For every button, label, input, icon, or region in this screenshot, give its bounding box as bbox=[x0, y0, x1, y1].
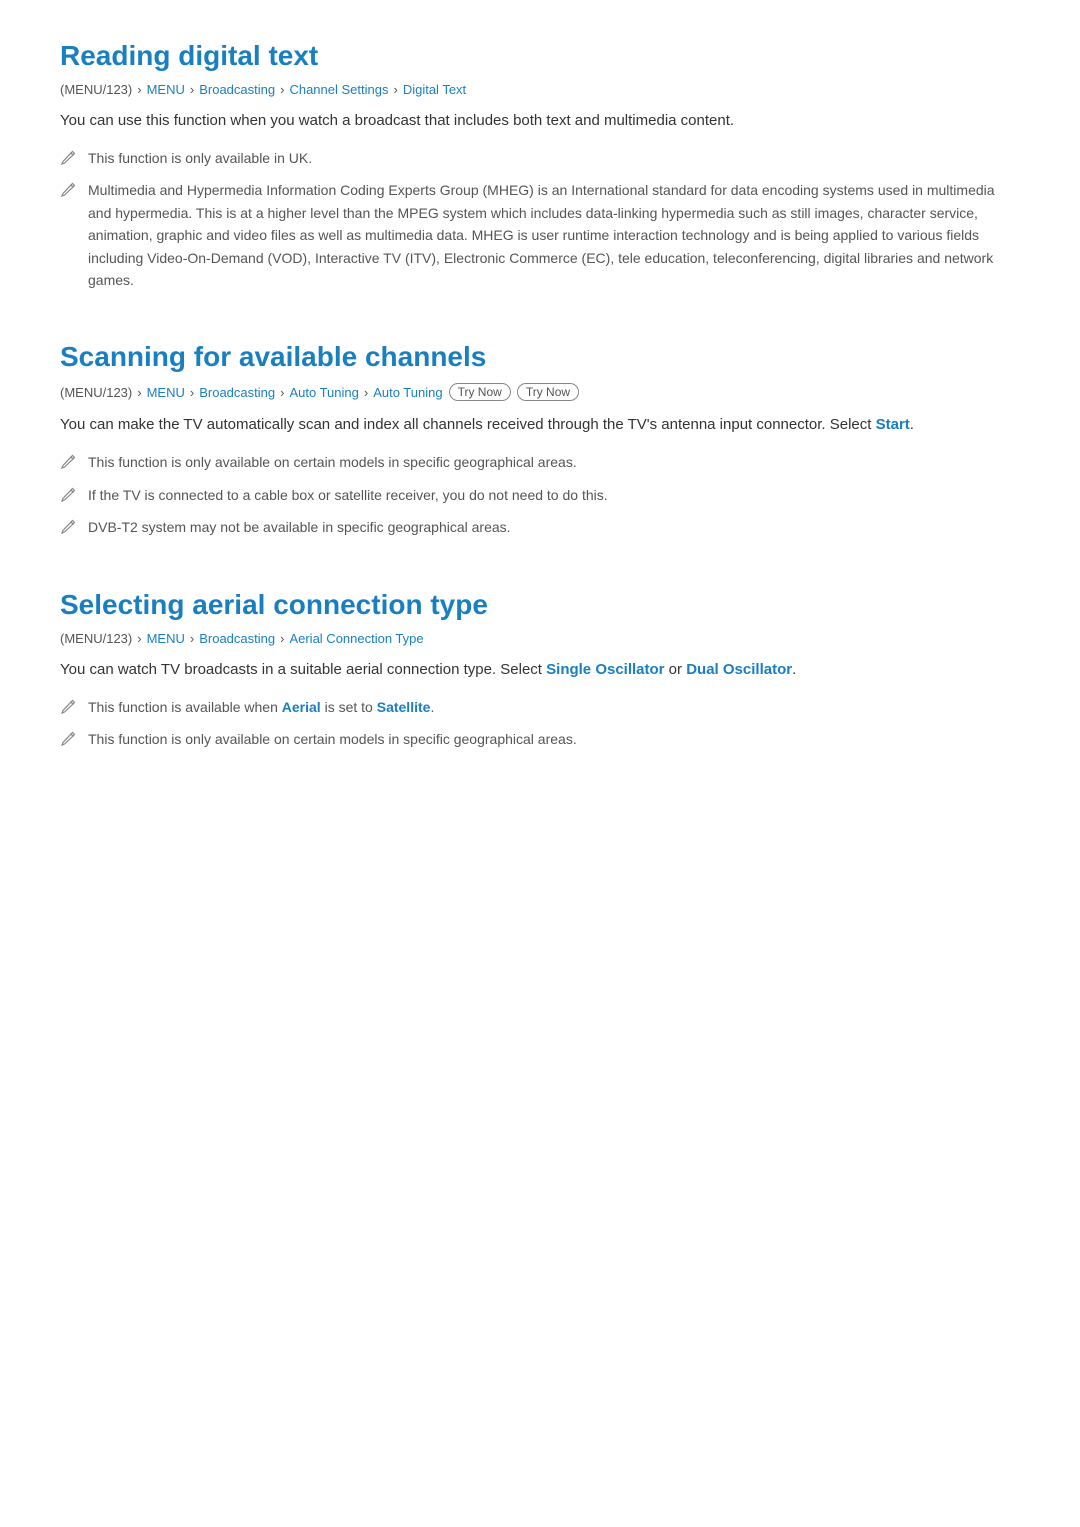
pencil-icon bbox=[60, 452, 78, 472]
breadcrumb-aerial-connection[interactable]: Aerial Connection Type bbox=[289, 631, 423, 646]
note-item: This function is only available on certa… bbox=[60, 728, 1020, 750]
scanning-notes: This function is only available on certa… bbox=[60, 451, 1020, 538]
pencil-icon bbox=[60, 517, 78, 537]
reading-intro: You can use this function when you watch… bbox=[60, 109, 1020, 133]
breadcrumb-sep1: › bbox=[137, 82, 141, 97]
note-item: This function is only available in UK. bbox=[60, 147, 1020, 169]
section-title-aerial: Selecting aerial connection type bbox=[60, 589, 1020, 621]
breadcrumb-scanning: (MENU/123) › MENU › Broadcasting › Auto … bbox=[60, 383, 1020, 401]
breadcrumb-menu[interactable]: MENU bbox=[147, 82, 185, 97]
note-item: Multimedia and Hypermedia Information Co… bbox=[60, 179, 1020, 291]
dual-oscillator-link[interactable]: Dual Oscillator bbox=[686, 661, 792, 678]
breadcrumb-sep2: › bbox=[190, 82, 194, 97]
pencil-icon bbox=[60, 148, 78, 168]
scanning-intro-period: . bbox=[910, 416, 914, 433]
breadcrumb-channel-settings[interactable]: Channel Settings bbox=[289, 82, 388, 97]
start-link[interactable]: Start bbox=[876, 416, 910, 433]
section-scanning: Scanning for available channels (MENU/12… bbox=[60, 341, 1020, 538]
scanning-intro: You can make the TV automatically scan a… bbox=[60, 413, 1020, 437]
try-now-badge-1[interactable]: Try Now bbox=[449, 383, 511, 401]
breadcrumb-menu123-aerial: (MENU/123) bbox=[60, 631, 132, 646]
aerial-intro-period: . bbox=[792, 661, 796, 678]
breadcrumb-sep4: › bbox=[393, 82, 397, 97]
section-title-reading: Reading digital text bbox=[60, 40, 1020, 72]
section-aerial: Selecting aerial connection type (MENU/1… bbox=[60, 589, 1020, 751]
note-text-uk: This function is only available in UK. bbox=[88, 147, 312, 169]
section-reading-digital-text: Reading digital text (MENU/123) › MENU ›… bbox=[60, 40, 1020, 291]
aerial-intro-text1: You can watch TV broadcasts in a suitabl… bbox=[60, 661, 546, 678]
note-text-dvbt2: DVB-T2 system may not be available in sp… bbox=[88, 516, 511, 538]
satellite-link[interactable]: Satellite bbox=[377, 699, 431, 715]
breadcrumb-menu-scan[interactable]: MENU bbox=[147, 385, 185, 400]
note-text-geo: This function is only available on certa… bbox=[88, 451, 577, 473]
breadcrumb-menu123-scan: (MENU/123) bbox=[60, 385, 132, 400]
aerial-link[interactable]: Aerial bbox=[282, 699, 321, 715]
note-text-aerial-geo: This function is only available on certa… bbox=[88, 728, 577, 750]
breadcrumb-auto-tuning[interactable]: Auto Tuning bbox=[289, 385, 358, 400]
breadcrumb-sep3: › bbox=[280, 82, 284, 97]
breadcrumb-sep3: › bbox=[280, 385, 284, 400]
pencil-icon bbox=[60, 697, 78, 717]
breadcrumb-digital-text[interactable]: Digital Text bbox=[403, 82, 466, 97]
breadcrumb-broadcasting[interactable]: Broadcasting bbox=[199, 82, 275, 97]
reading-notes: This function is only available in UK. M… bbox=[60, 147, 1020, 291]
section-title-scanning: Scanning for available channels bbox=[60, 341, 1020, 373]
breadcrumb-sep2: › bbox=[190, 631, 194, 646]
breadcrumb-aerial: (MENU/123) › MENU › Broadcasting › Aeria… bbox=[60, 631, 1020, 646]
note-item: If the TV is connected to a cable box or… bbox=[60, 484, 1020, 506]
breadcrumb-broadcasting-scan[interactable]: Broadcasting bbox=[199, 385, 275, 400]
breadcrumb-sep4: › bbox=[364, 385, 368, 400]
breadcrumb-auto-tuning2[interactable]: Auto Tuning bbox=[373, 385, 442, 400]
breadcrumb-sep1: › bbox=[137, 631, 141, 646]
breadcrumb-reading: (MENU/123) › MENU › Broadcasting › Chann… bbox=[60, 82, 1020, 97]
breadcrumb-sep3: › bbox=[280, 631, 284, 646]
pencil-icon bbox=[60, 485, 78, 505]
breadcrumb-menu123: (MENU/123) bbox=[60, 82, 132, 97]
note-item: This function is available when Aerial i… bbox=[60, 696, 1020, 718]
breadcrumb-sep2: › bbox=[190, 385, 194, 400]
try-now-badge-2[interactable]: Try Now bbox=[517, 383, 579, 401]
note-text-cable: If the TV is connected to a cable box or… bbox=[88, 484, 608, 506]
single-oscillator-link[interactable]: Single Oscillator bbox=[546, 661, 664, 678]
aerial-intro: You can watch TV broadcasts in a suitabl… bbox=[60, 658, 1020, 682]
note-item: DVB-T2 system may not be available in sp… bbox=[60, 516, 1020, 538]
aerial-intro-or: or bbox=[665, 661, 687, 678]
pencil-icon bbox=[60, 729, 78, 749]
breadcrumb-sep1: › bbox=[137, 385, 141, 400]
note-item: This function is only available on certa… bbox=[60, 451, 1020, 473]
note-text-aerial-satellite: This function is available when Aerial i… bbox=[88, 696, 434, 718]
note-text-mheg: Multimedia and Hypermedia Information Co… bbox=[88, 179, 1020, 291]
breadcrumb-broadcasting-aerial[interactable]: Broadcasting bbox=[199, 631, 275, 646]
scanning-intro-text: You can make the TV automatically scan a… bbox=[60, 416, 876, 433]
breadcrumb-menu-aerial[interactable]: MENU bbox=[147, 631, 185, 646]
aerial-notes: This function is available when Aerial i… bbox=[60, 696, 1020, 751]
pencil-icon bbox=[60, 180, 78, 200]
